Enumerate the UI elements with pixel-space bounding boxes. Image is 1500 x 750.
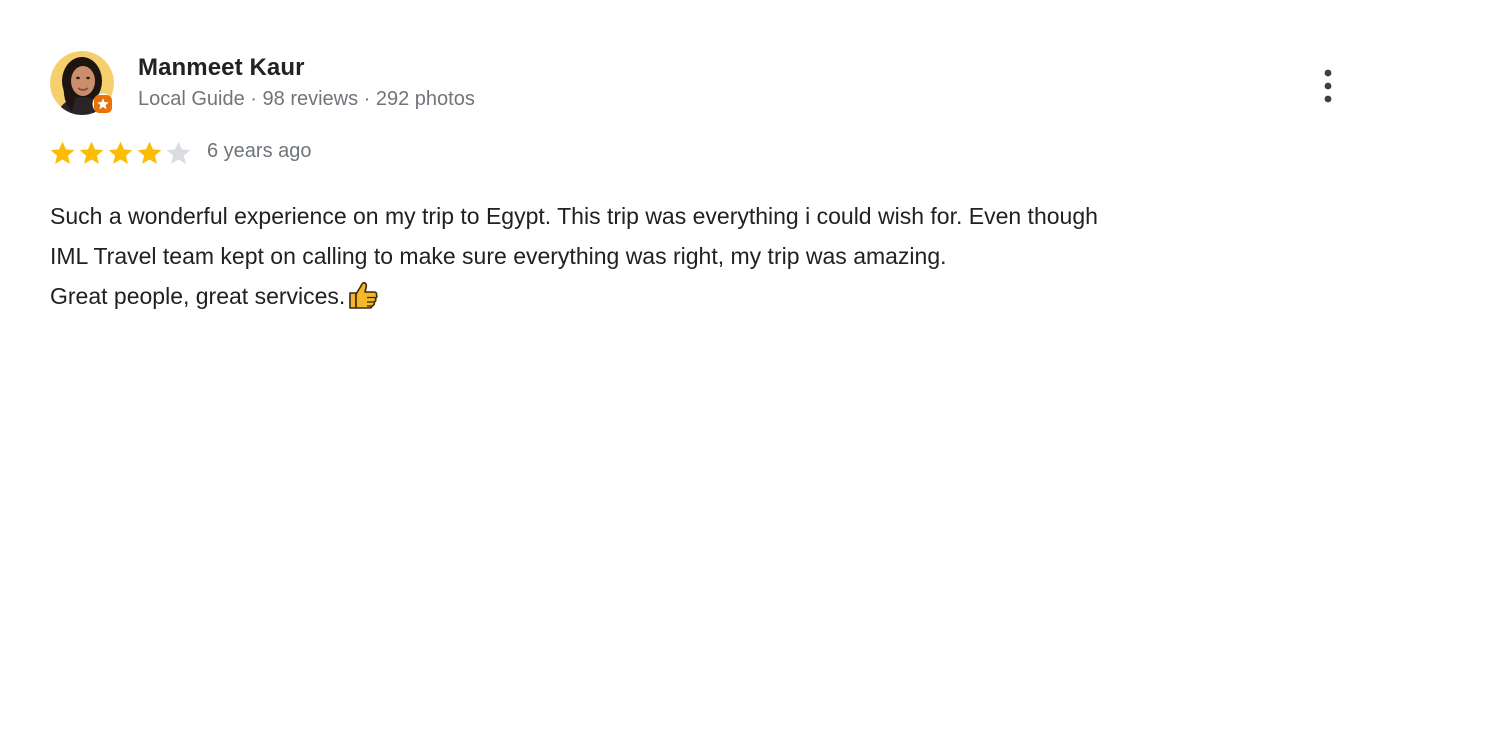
reviewer-meta[interactable]: Local Guide · 98 reviews · 292 photos [138,88,475,111]
review-date: 6 years ago [207,139,312,162]
reviewer-avatar-link[interactable] [50,51,116,117]
review-line: IML Travel team kept on calling to make … [50,243,947,269]
review-line-last: Great people, great services. [50,276,1370,316]
star-filled-icon [50,141,75,164]
star-empty-icon [166,141,191,164]
star-filled-icon [108,141,133,164]
review-line-text: Great people, great services. [50,283,346,309]
rating-row: 6 years ago [48,138,312,168]
more-vert-icon [1324,69,1332,103]
more-options-button[interactable] [1312,64,1344,108]
star-rating [48,139,193,168]
review-line: Such a wonderful experience on my trip t… [50,203,1098,229]
local-guide-badge-icon [92,93,114,115]
review-text: Such a wonderful experience on my trip t… [50,196,1370,316]
review-card: Manmeet Kaur Local Guide · 98 reviews · … [0,0,1500,750]
thumbs-up-icon [349,282,378,309]
star-filled-icon [79,141,104,164]
star-filled-icon [137,141,162,164]
reviewer-name[interactable]: Manmeet Kaur [138,54,305,82]
